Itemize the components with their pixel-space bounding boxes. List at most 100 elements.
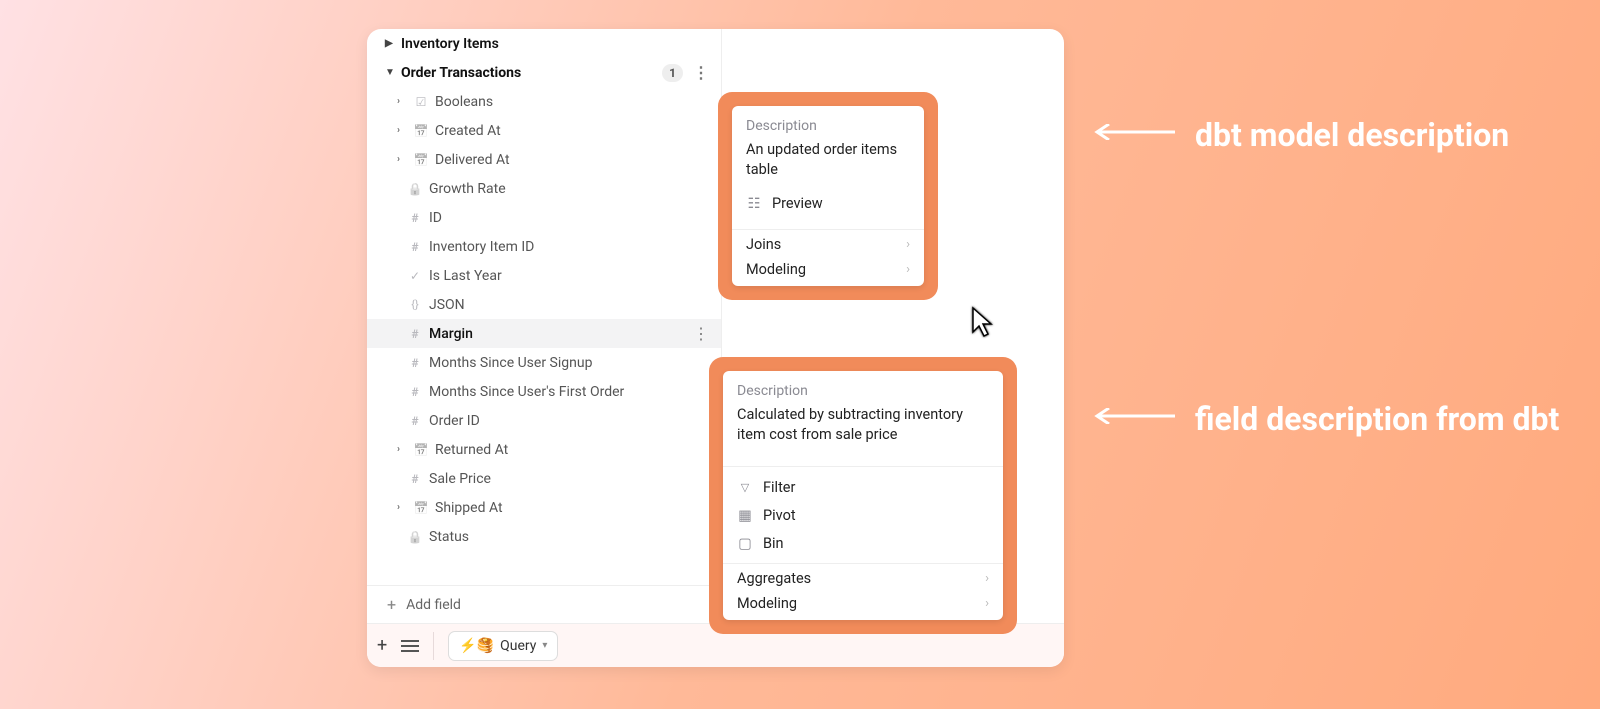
- field-label: Delivered At: [435, 152, 713, 168]
- popup-body: Calculated by subtracting inventory item…: [737, 405, 989, 444]
- field-returned-at[interactable]: › Returned At: [367, 435, 721, 464]
- bin-icon: [737, 535, 753, 551]
- tabs-list-button[interactable]: [401, 640, 419, 652]
- calendar-icon: [413, 442, 429, 458]
- table-more-icon[interactable]: ⋮: [689, 65, 713, 81]
- field-label: Is Last Year: [429, 268, 713, 284]
- field-order-id[interactable]: Order ID: [367, 406, 721, 435]
- chevron-right-icon: ›: [985, 596, 989, 611]
- field-inventory-item-id[interactable]: Inventory Item ID: [367, 232, 721, 261]
- field-booleans[interactable]: › Booleans: [367, 87, 721, 116]
- field-delivered-at[interactable]: › Delivered At: [367, 145, 721, 174]
- chevron-right-icon: ›: [397, 96, 407, 107]
- calendar-icon: [413, 123, 429, 139]
- popup-title: Description: [746, 118, 910, 134]
- chevron-right-icon: ›: [985, 571, 989, 586]
- calendar-icon: [413, 152, 429, 168]
- field-label: Status: [429, 529, 713, 545]
- bin-item[interactable]: Bin: [723, 529, 1003, 557]
- preview-button[interactable]: Preview: [746, 189, 910, 217]
- field-months-since-signup[interactable]: Months Since User Signup: [367, 348, 721, 377]
- pivot-item[interactable]: Pivot: [723, 501, 1003, 529]
- number-icon: [407, 413, 423, 429]
- field-label: Months Since User Signup: [429, 355, 713, 371]
- field-margin[interactable]: Margin ⋮: [367, 319, 721, 348]
- field-growth-rate[interactable]: Growth Rate: [367, 174, 721, 203]
- field-label: Created At: [435, 123, 713, 139]
- annotation-model: dbt model description: [1085, 114, 1509, 157]
- add-field-button[interactable]: + Add field: [367, 585, 721, 623]
- popup-card: Description An updated order items table…: [732, 106, 924, 286]
- field-status[interactable]: Status: [367, 522, 721, 551]
- preview-icon: [746, 195, 762, 211]
- arrow-left-icon: [1085, 124, 1175, 140]
- field-label: Inventory Item ID: [429, 239, 713, 255]
- chevron-right-icon: ›: [397, 154, 407, 165]
- field-created-at[interactable]: › Created At: [367, 116, 721, 145]
- calendar-icon: [413, 500, 429, 516]
- plus-icon: +: [387, 595, 396, 614]
- add-field-label: Add field: [406, 597, 461, 613]
- number-icon: [407, 384, 423, 400]
- field-label: ID: [429, 210, 713, 226]
- popup-card: Description Calculated by subtracting in…: [723, 371, 1003, 620]
- bin-label: Bin: [763, 535, 784, 552]
- pivot-icon: [737, 507, 753, 523]
- number-icon: [407, 239, 423, 255]
- divider: [433, 632, 434, 660]
- chevron-right-icon: ›: [397, 444, 407, 455]
- field-label: JSON: [429, 297, 713, 313]
- filter-item[interactable]: Filter: [723, 473, 1003, 501]
- field-label: Booleans: [435, 94, 713, 110]
- modeling-item[interactable]: Modeling ›: [723, 592, 1003, 620]
- popup-header: Description Calculated by subtracting in…: [723, 371, 1003, 466]
- lock-icon: [407, 529, 423, 545]
- aggregates-item[interactable]: Aggregates ›: [723, 564, 1003, 592]
- preview-label: Preview: [772, 195, 823, 212]
- field-sale-price[interactable]: Sale Price: [367, 464, 721, 493]
- popup-title: Description: [737, 383, 989, 399]
- field-shipped-at[interactable]: › Shipped At: [367, 493, 721, 522]
- field-label: Shipped At: [435, 500, 713, 516]
- field-is-last-year[interactable]: Is Last Year: [367, 261, 721, 290]
- add-tab-button[interactable]: +: [377, 635, 387, 656]
- annotation-text: dbt model description: [1195, 114, 1509, 157]
- json-icon: [407, 297, 423, 313]
- model-description-popup: Description An updated order items table…: [718, 92, 938, 300]
- popup-body: An updated order items table: [746, 140, 910, 179]
- number-icon: [407, 210, 423, 226]
- count-badge: 1: [662, 64, 683, 82]
- caret-down-icon: ▼: [385, 67, 395, 78]
- field-id[interactable]: ID: [367, 203, 721, 232]
- pivot-label: Pivot: [763, 507, 796, 524]
- chevron-right-icon: ›: [906, 237, 910, 252]
- table-order-transactions[interactable]: ▼ Order Transactions 1 ⋮: [367, 58, 721, 87]
- field-more-icon[interactable]: ⋮: [689, 326, 713, 342]
- field-label: Margin: [429, 326, 683, 342]
- field-label: Returned At: [435, 442, 713, 458]
- query-emoji-icon: ⚡🥞: [459, 638, 494, 654]
- arrow-left-icon: [1085, 408, 1175, 424]
- table-inventory-items[interactable]: ▶ Inventory Items: [367, 29, 721, 58]
- field-months-since-first-order[interactable]: Months Since User's First Order: [367, 377, 721, 406]
- modeling-label: Modeling: [746, 261, 806, 278]
- chevron-down-icon: ▾: [542, 640, 547, 651]
- joins-label: Joins: [746, 236, 781, 253]
- schema-sidebar: ▶ Inventory Items ▼ Order Transactions 1…: [367, 29, 722, 623]
- joins-item[interactable]: Joins ›: [732, 230, 924, 258]
- table-label: Inventory Items: [401, 36, 713, 52]
- table-label: Order Transactions: [401, 65, 656, 81]
- field-list: ▶ Inventory Items ▼ Order Transactions 1…: [367, 29, 721, 585]
- caret-right-icon: ▶: [385, 38, 395, 49]
- number-icon: [407, 471, 423, 487]
- field-label: Months Since User's First Order: [429, 384, 713, 400]
- annotation-text: field description from dbt: [1195, 398, 1559, 441]
- query-tab[interactable]: ⚡🥞 Query ▾: [448, 631, 558, 661]
- modeling-item[interactable]: Modeling ›: [732, 258, 924, 286]
- field-description-popup: Description Calculated by subtracting in…: [709, 357, 1017, 634]
- aggregates-label: Aggregates: [737, 570, 811, 587]
- field-label: Growth Rate: [429, 181, 713, 197]
- check-icon: [407, 268, 423, 284]
- field-json[interactable]: JSON: [367, 290, 721, 319]
- chevron-right-icon: ›: [906, 262, 910, 277]
